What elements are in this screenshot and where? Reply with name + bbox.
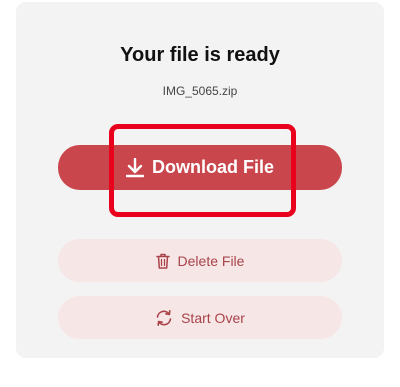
page-title: Your file is ready (120, 44, 280, 66)
delete-file-label: Delete File (177, 252, 245, 269)
start-over-button[interactable]: Start Over (58, 296, 342, 339)
delete-file-button[interactable]: Delete File (58, 239, 342, 282)
file-name: IMG_5065.zip (162, 84, 238, 98)
download-icon (125, 157, 144, 178)
download-file-label: Download File (151, 157, 274, 177)
download-file-button[interactable]: Download File (58, 145, 342, 190)
start-over-label: Start Over (181, 309, 245, 326)
trash-icon (155, 253, 170, 269)
refresh-icon (155, 309, 173, 327)
download-card: Your file is ready IMG_5065.zip Download… (16, 2, 384, 358)
